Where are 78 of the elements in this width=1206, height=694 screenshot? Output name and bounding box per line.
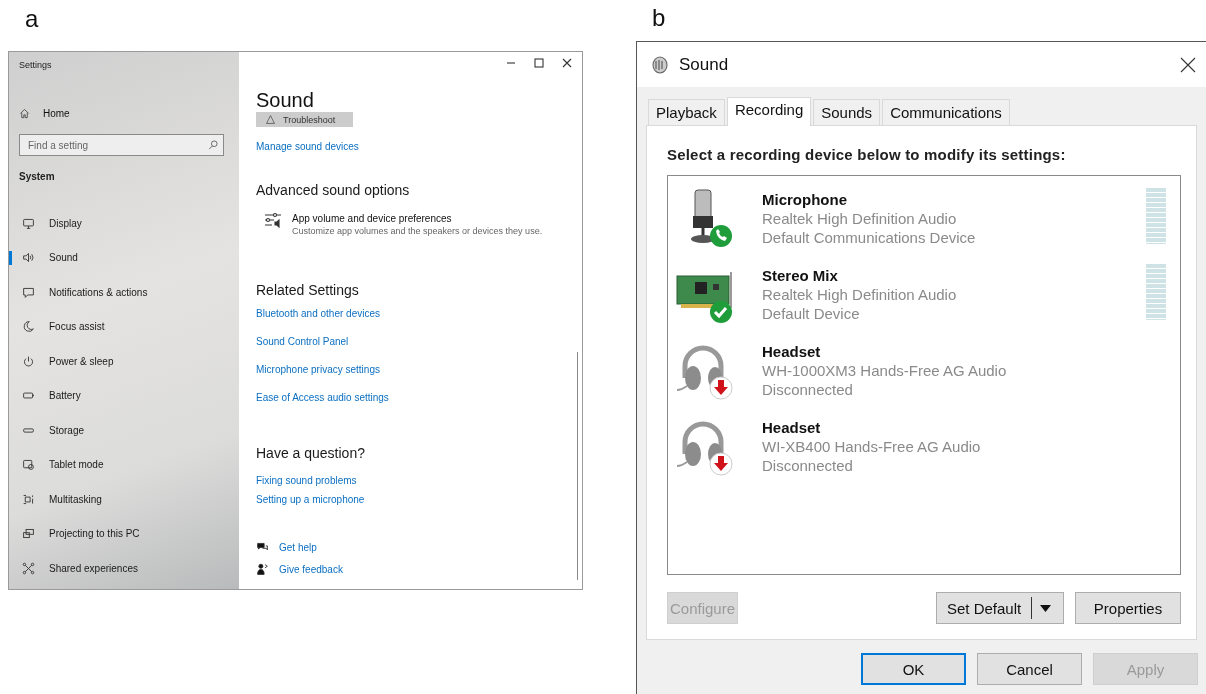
caret-icon <box>1040 604 1052 612</box>
warning-icon <box>266 115 275 124</box>
sidebar-item[interactable]: Projecting to this PC <box>9 516 140 551</box>
link[interactable]: Sound Control Panel <box>256 335 349 348</box>
tab[interactable]: Sounds <box>813 99 881 125</box>
power-icon <box>22 354 35 368</box>
device-name: Stereo Mix <box>762 266 839 285</box>
device-name: Microphone <box>762 190 848 209</box>
sidebar-item[interactable]: Display <box>9 206 82 241</box>
device-status: Default Communications Device <box>762 228 977 247</box>
device-status: Disconnected <box>762 456 854 475</box>
dialog-button[interactable]: Properties <box>1075 592 1181 624</box>
link[interactable]: Manage sound devices <box>256 140 359 153</box>
device-driver: Realtek High Definition Audio <box>762 209 958 228</box>
troubleshoot-button[interactable]: Troubleshoot <box>256 112 353 127</box>
device-status: Disconnected <box>762 380 854 399</box>
home-link[interactable]: Home <box>19 106 70 120</box>
section-heading: Related Settings <box>256 281 359 299</box>
link[interactable]: Setting up a microphone <box>256 493 365 506</box>
link[interactable]: Fixing sound problems <box>256 474 357 487</box>
cross-nodes-icon <box>22 561 35 575</box>
device-name: Headset <box>762 418 822 437</box>
tab[interactable]: Communications <box>882 99 1010 125</box>
speech-bubble-icon <box>22 285 35 299</box>
device-name: Headset <box>762 342 822 361</box>
instruction-text: Select a recording device below to modify its settings: <box>667 146 1067 163</box>
search-icon <box>208 140 218 150</box>
page-heading: Sound <box>256 88 314 112</box>
device-item[interactable]: Stereo Mix Realtek High Definition Audio Default Device <box>673 262 1180 338</box>
close-icon <box>1180 56 1196 73</box>
figure-label: b <box>652 4 666 32</box>
person-icon <box>256 563 269 576</box>
device-item[interactable]: Microphone Realtek High Definition Audio Default Communications Device <box>673 186 1180 262</box>
setting-title[interactable]: App volume and device preferences <box>292 212 543 225</box>
multitasking-icon <box>22 492 35 506</box>
link[interactable]: Microphone privacy settings <box>256 363 380 376</box>
maximize-icon <box>534 58 544 68</box>
close-icon <box>562 58 572 68</box>
link[interactable]: Bluetooth and other devices <box>256 307 380 320</box>
tab[interactable]: Playback <box>648 99 725 125</box>
link[interactable]: Give feedback <box>279 563 343 576</box>
device-driver: WH-1000XM3 Hands-Free AG Audio <box>762 361 1008 380</box>
sidebar-item[interactable]: Tablet mode <box>9 447 104 482</box>
home-icon <box>19 107 30 119</box>
section-heading: Have a question? <box>256 444 365 462</box>
monitor-icon <box>22 216 35 230</box>
sidebar-item[interactable]: Multitasking <box>9 482 102 517</box>
sidebar-item[interactable]: Storage <box>9 413 85 448</box>
dialog-button[interactable]: OK <box>861 653 966 685</box>
sidebar-item[interactable]: Power & sleep <box>9 344 114 379</box>
tablet-icon <box>22 458 35 472</box>
sidebar-item[interactable]: Battery <box>9 378 81 413</box>
speaker-icon <box>651 54 669 75</box>
section-heading: Advanced sound options <box>256 181 410 199</box>
screens-icon <box>22 527 35 541</box>
sidebar-item[interactable]: Sound <box>9 240 78 275</box>
search-field[interactable]: Find a setting <box>19 134 224 156</box>
speaker-icon <box>22 251 35 265</box>
moon-icon <box>22 320 35 334</box>
device-item[interactable]: Headset WI-XB400 Hands-Free AG Audio Disconnected <box>673 414 1180 490</box>
device-status: Default Device <box>762 304 861 323</box>
device-item[interactable]: Headset WH-1000XM3 Hands-Free AG Audio Disconnected <box>673 338 1180 414</box>
section-heading: System <box>19 171 55 184</box>
sliders-icon <box>264 212 282 228</box>
figure-label: a <box>25 5 39 33</box>
dialog-button[interactable]: Cancel <box>977 653 1082 685</box>
sidebar-item[interactable]: Notifications & actions <box>9 275 148 310</box>
window-title: Settings <box>19 60 53 72</box>
device-driver: Realtek High Definition Audio <box>762 285 958 304</box>
set-default-button[interactable]: Set Default <box>936 592 1064 624</box>
sidebar-item[interactable]: Focus assist <box>9 309 105 344</box>
link[interactable]: Ease of Access audio settings <box>256 391 389 404</box>
setting-description: Customize app volumes and the speakers or devices they use. <box>292 225 543 237</box>
sidebar-item[interactable]: Shared experiences <box>9 551 138 586</box>
window-title: Sound <box>679 54 730 75</box>
link[interactable]: Get help <box>279 541 317 554</box>
tab[interactable]: Recording <box>726 97 812 126</box>
device-driver: WI-XB400 Hands-Free AG Audio <box>762 437 982 456</box>
